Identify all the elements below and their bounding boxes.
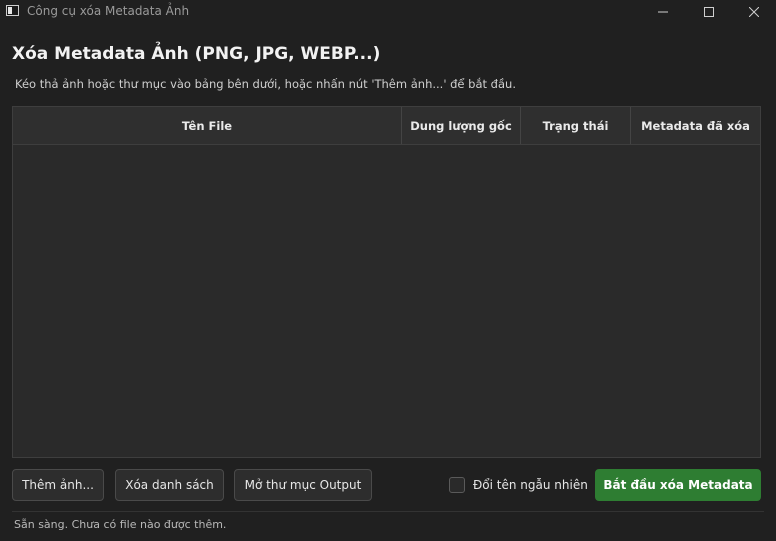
divider (12, 511, 764, 512)
table-header: Tên File Dung lượng gốc Trạng thái Metad… (13, 107, 760, 145)
file-table[interactable]: Tên File Dung lượng gốc Trạng thái Metad… (12, 106, 761, 458)
clear-list-button[interactable]: Xóa danh sách (115, 469, 224, 501)
minimize-icon (658, 11, 668, 13)
page-title: Xóa Metadata Ảnh (PNG, JPG, WEBP...) (12, 44, 381, 64)
app-icon (6, 5, 19, 16)
window-title: Công cụ xóa Metadata Ảnh (27, 4, 190, 18)
random-rename-label[interactable]: Đổi tên ngẫu nhiên (473, 478, 588, 492)
instructions-text: Kéo thả ảnh hoặc thư mục vào bảng bên dư… (15, 77, 516, 91)
minimize-button[interactable] (640, 0, 686, 24)
add-images-button[interactable]: Thêm ảnh... (12, 469, 104, 501)
open-output-folder-button[interactable]: Mở thư mục Output (234, 469, 372, 501)
maximize-button[interactable] (686, 0, 732, 24)
close-button[interactable] (731, 0, 776, 24)
column-header-original-size[interactable]: Dung lượng gốc (402, 107, 521, 144)
start-remove-metadata-button[interactable]: Bắt đầu xóa Metadata (595, 469, 761, 501)
column-header-metadata-removed[interactable]: Metadata đã xóa (631, 107, 760, 144)
random-rename-checkbox[interactable] (449, 477, 465, 493)
column-header-file-name[interactable]: Tên File (13, 107, 402, 144)
close-icon (749, 7, 759, 17)
maximize-icon (704, 7, 714, 17)
column-header-status[interactable]: Trạng thái (521, 107, 631, 144)
status-text: Sẵn sàng. Chưa có file nào được thêm. (14, 518, 227, 531)
title-bar: Công cụ xóa Metadata Ảnh (0, 0, 776, 24)
